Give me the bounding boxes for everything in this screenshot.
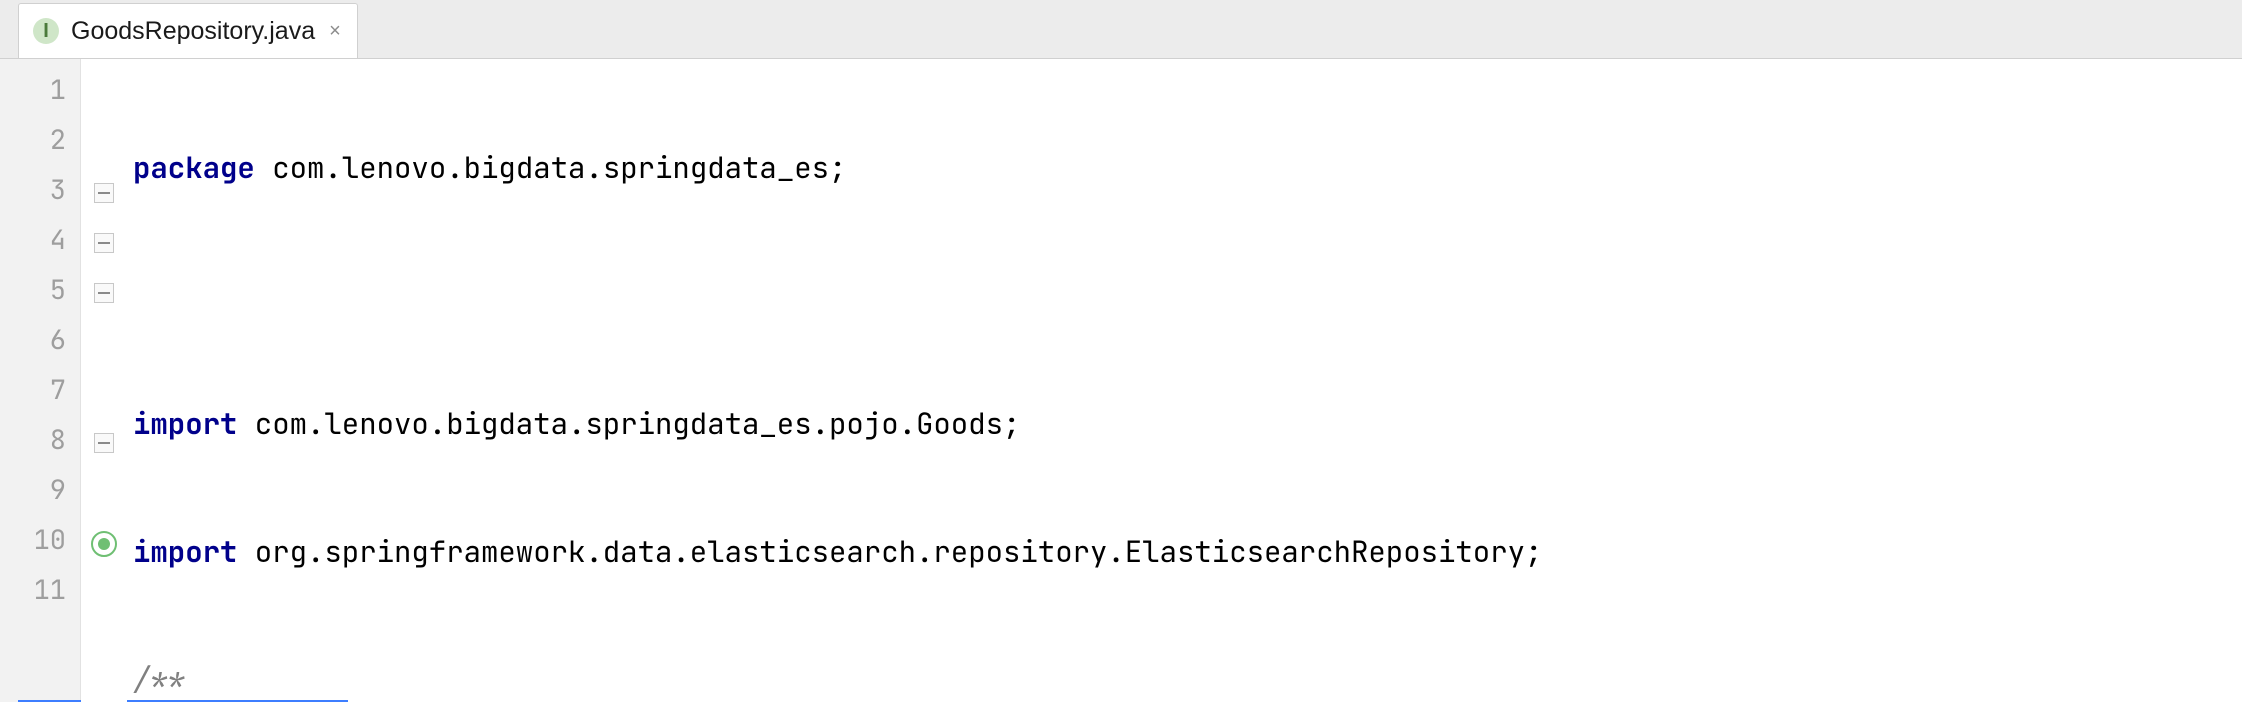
code-line: package com.lenovo.bigdata.springdata_es… — [133, 143, 2242, 193]
line-number: 4 — [0, 215, 80, 265]
editor-tab[interactable]: I GoodsRepository.java × — [18, 3, 358, 58]
code-area[interactable]: package com.lenovo.bigdata.springdata_es… — [127, 59, 2242, 702]
fold-icon[interactable] — [94, 183, 114, 203]
close-icon[interactable]: × — [329, 20, 341, 43]
code-line: import org.springframework.data.elastics… — [133, 527, 2242, 577]
line-number: 1 — [0, 65, 80, 115]
fold-icon[interactable] — [94, 433, 114, 453]
code-line: /** — [133, 655, 2242, 702]
line-number: 6 — [0, 315, 80, 365]
line-number: 7 — [0, 365, 80, 415]
line-number: 3 — [0, 165, 80, 215]
fold-icon[interactable] — [94, 283, 114, 303]
line-number: 11 — [0, 565, 80, 615]
code-line: import com.lenovo.bigdata.springdata_es.… — [133, 399, 2242, 449]
line-number-gutter: 1 2 3 4 5 6 7 8 9 10 11 — [0, 59, 81, 702]
code-line — [133, 271, 2242, 321]
line-number: 5 — [0, 265, 80, 315]
line-number: 9 — [0, 465, 80, 515]
tab-bar: I GoodsRepository.java × — [0, 0, 2242, 59]
fold-icon[interactable] — [94, 233, 114, 253]
interface-icon: I — [33, 18, 59, 44]
glyph-margin — [81, 59, 127, 702]
line-number: 10 — [0, 515, 80, 565]
tab-title: GoodsRepository.java — [71, 17, 315, 46]
spring-bean-icon[interactable] — [91, 531, 117, 557]
line-number: 8 — [0, 415, 80, 465]
line-number: 2 — [0, 115, 80, 165]
code-editor[interactable]: 1 2 3 4 5 6 7 8 9 10 11 package com.leno… — [0, 59, 2242, 702]
